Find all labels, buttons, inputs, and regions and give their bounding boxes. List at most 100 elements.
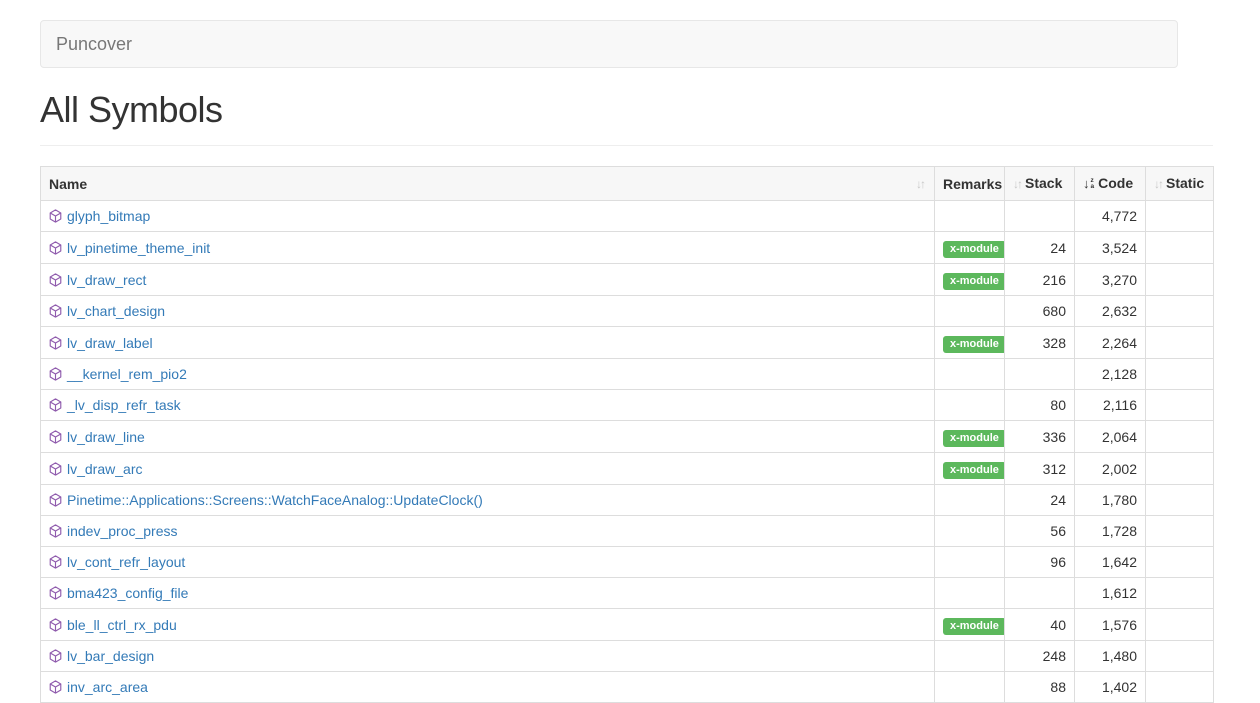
symbol-cube-icon <box>49 586 62 600</box>
x-module-badge: x-module <box>943 618 1005 635</box>
column-header-static[interactable]: ↓↑ Static <box>1146 167 1214 201</box>
symbol-link[interactable]: lv_draw_rect <box>67 272 146 288</box>
symbol-link[interactable]: lv_chart_design <box>67 303 165 319</box>
symbol-cube-icon <box>49 367 62 381</box>
column-header-remarks[interactable]: Remarks <box>935 167 1005 201</box>
code-value: 2,128 <box>1075 359 1146 390</box>
code-value: 2,632 <box>1075 296 1146 327</box>
symbol-link[interactable]: inv_arc_area <box>67 679 148 695</box>
table-row: indev_proc_press 56 1,728 <box>41 516 1214 547</box>
x-module-badge: x-module <box>943 336 1005 353</box>
code-value: 3,524 <box>1075 232 1146 264</box>
symbol-cube-icon <box>49 273 62 287</box>
column-label-static: Static <box>1166 175 1204 191</box>
symbol-link[interactable]: __kernel_rem_pio2 <box>67 366 187 382</box>
table-row: Pinetime::Applications::Screens::WatchFa… <box>41 485 1214 516</box>
symbol-link[interactable]: lv_draw_line <box>67 429 145 445</box>
static-value <box>1146 672 1214 703</box>
sort-unsorted-icon: ↓↑ <box>1154 177 1162 191</box>
symbol-link[interactable]: ble_ll_ctrl_rx_pdu <box>67 617 177 633</box>
symbol-link[interactable]: lv_draw_label <box>67 335 153 351</box>
code-value: 1,642 <box>1075 547 1146 578</box>
stack-value: 24 <box>1005 485 1075 516</box>
table-row: lv_draw_label x-module 328 2,264 <box>41 327 1214 359</box>
table-row: lv_pinetime_theme_init x-module 24 3,524 <box>41 232 1214 264</box>
symbol-link[interactable]: _lv_disp_refr_task <box>67 397 181 413</box>
code-value: 1,402 <box>1075 672 1146 703</box>
table-header-row: Name ↓↑ Remarks ↓↑Stack ↓zaCode ↓↑Static <box>41 167 1214 201</box>
static-value <box>1146 516 1214 547</box>
symbol-cube-icon <box>49 493 62 507</box>
stack-value: 80 <box>1005 390 1075 421</box>
code-value: 1,728 <box>1075 516 1146 547</box>
static-value <box>1146 547 1214 578</box>
table-row: ble_ll_ctrl_rx_pdu x-module 40 1,576 <box>41 609 1214 641</box>
code-value: 1,612 <box>1075 578 1146 609</box>
symbol-link[interactable]: lv_draw_arc <box>67 461 142 477</box>
code-value: 2,264 <box>1075 327 1146 359</box>
code-value: 2,002 <box>1075 453 1146 485</box>
x-module-badge: x-module <box>943 241 1005 258</box>
symbol-cube-icon <box>49 618 62 632</box>
code-value: 2,116 <box>1075 390 1146 421</box>
stack-value: 312 <box>1005 453 1075 485</box>
static-value <box>1146 390 1214 421</box>
code-value: 1,480 <box>1075 641 1146 672</box>
symbol-link[interactable]: bma423_config_file <box>67 585 188 601</box>
column-header-code[interactable]: ↓zaCode <box>1075 167 1146 201</box>
symbol-link[interactable]: lv_cont_refr_layout <box>67 554 185 570</box>
symbol-link[interactable]: glyph_bitmap <box>67 208 150 224</box>
symbol-link[interactable]: lv_bar_design <box>67 648 154 664</box>
table-row: __kernel_rem_pio2 2,128 <box>41 359 1214 390</box>
symbol-link[interactable]: indev_proc_press <box>67 523 178 539</box>
symbol-cube-icon <box>49 524 62 538</box>
symbol-cube-icon <box>49 209 62 223</box>
column-header-stack[interactable]: ↓↑Stack <box>1005 167 1075 201</box>
static-value <box>1146 609 1214 641</box>
table-row: lv_draw_line x-module 336 2,064 <box>41 421 1214 453</box>
stack-value: 680 <box>1005 296 1075 327</box>
x-module-badge: x-module <box>943 462 1005 479</box>
stack-value <box>1005 201 1075 232</box>
symbol-cube-icon <box>49 555 62 569</box>
table-row: glyph_bitmap 4,772 <box>41 201 1214 232</box>
x-module-badge: x-module <box>943 430 1005 447</box>
symbol-cube-icon <box>49 462 62 476</box>
column-label-remarks: Remarks <box>943 176 1002 192</box>
symbol-cube-icon <box>49 336 62 350</box>
static-value <box>1146 453 1214 485</box>
code-value: 1,780 <box>1075 485 1146 516</box>
table-row: inv_arc_area 88 1,402 <box>41 672 1214 703</box>
column-label-stack: Stack <box>1025 175 1062 191</box>
static-value <box>1146 296 1214 327</box>
static-value <box>1146 359 1214 390</box>
stack-value <box>1005 359 1075 390</box>
table-row: lv_bar_design 248 1,480 <box>41 641 1214 672</box>
static-value <box>1146 485 1214 516</box>
table-row: lv_cont_refr_layout 96 1,642 <box>41 547 1214 578</box>
code-value: 2,064 <box>1075 421 1146 453</box>
symbol-cube-icon <box>49 680 62 694</box>
stack-value: 24 <box>1005 232 1075 264</box>
code-value: 3,270 <box>1075 264 1146 296</box>
static-value <box>1146 232 1214 264</box>
x-module-badge: x-module <box>943 273 1005 290</box>
symbol-cube-icon <box>49 430 62 444</box>
navbar: Puncover <box>40 20 1178 68</box>
column-header-name[interactable]: Name ↓↑ <box>41 167 935 201</box>
symbol-link[interactable]: Pinetime::Applications::Screens::WatchFa… <box>67 492 483 508</box>
table-row: lv_draw_arc x-module 312 2,002 <box>41 453 1214 485</box>
table-row: _lv_disp_refr_task 80 2,116 <box>41 390 1214 421</box>
column-label-name: Name <box>49 174 87 194</box>
navbar-brand[interactable]: Puncover <box>41 34 147 55</box>
static-value <box>1146 578 1214 609</box>
stack-value: 56 <box>1005 516 1075 547</box>
symbol-link[interactable]: lv_pinetime_theme_init <box>67 240 210 256</box>
sort-descending-icon: ↓za <box>1083 174 1094 194</box>
table-row: bma423_config_file 1,612 <box>41 578 1214 609</box>
sort-unsorted-icon: ↓↑ <box>916 174 924 194</box>
table-row: lv_draw_rect x-module 216 3,270 <box>41 264 1214 296</box>
stack-value: 88 <box>1005 672 1075 703</box>
static-value <box>1146 421 1214 453</box>
static-value <box>1146 201 1214 232</box>
